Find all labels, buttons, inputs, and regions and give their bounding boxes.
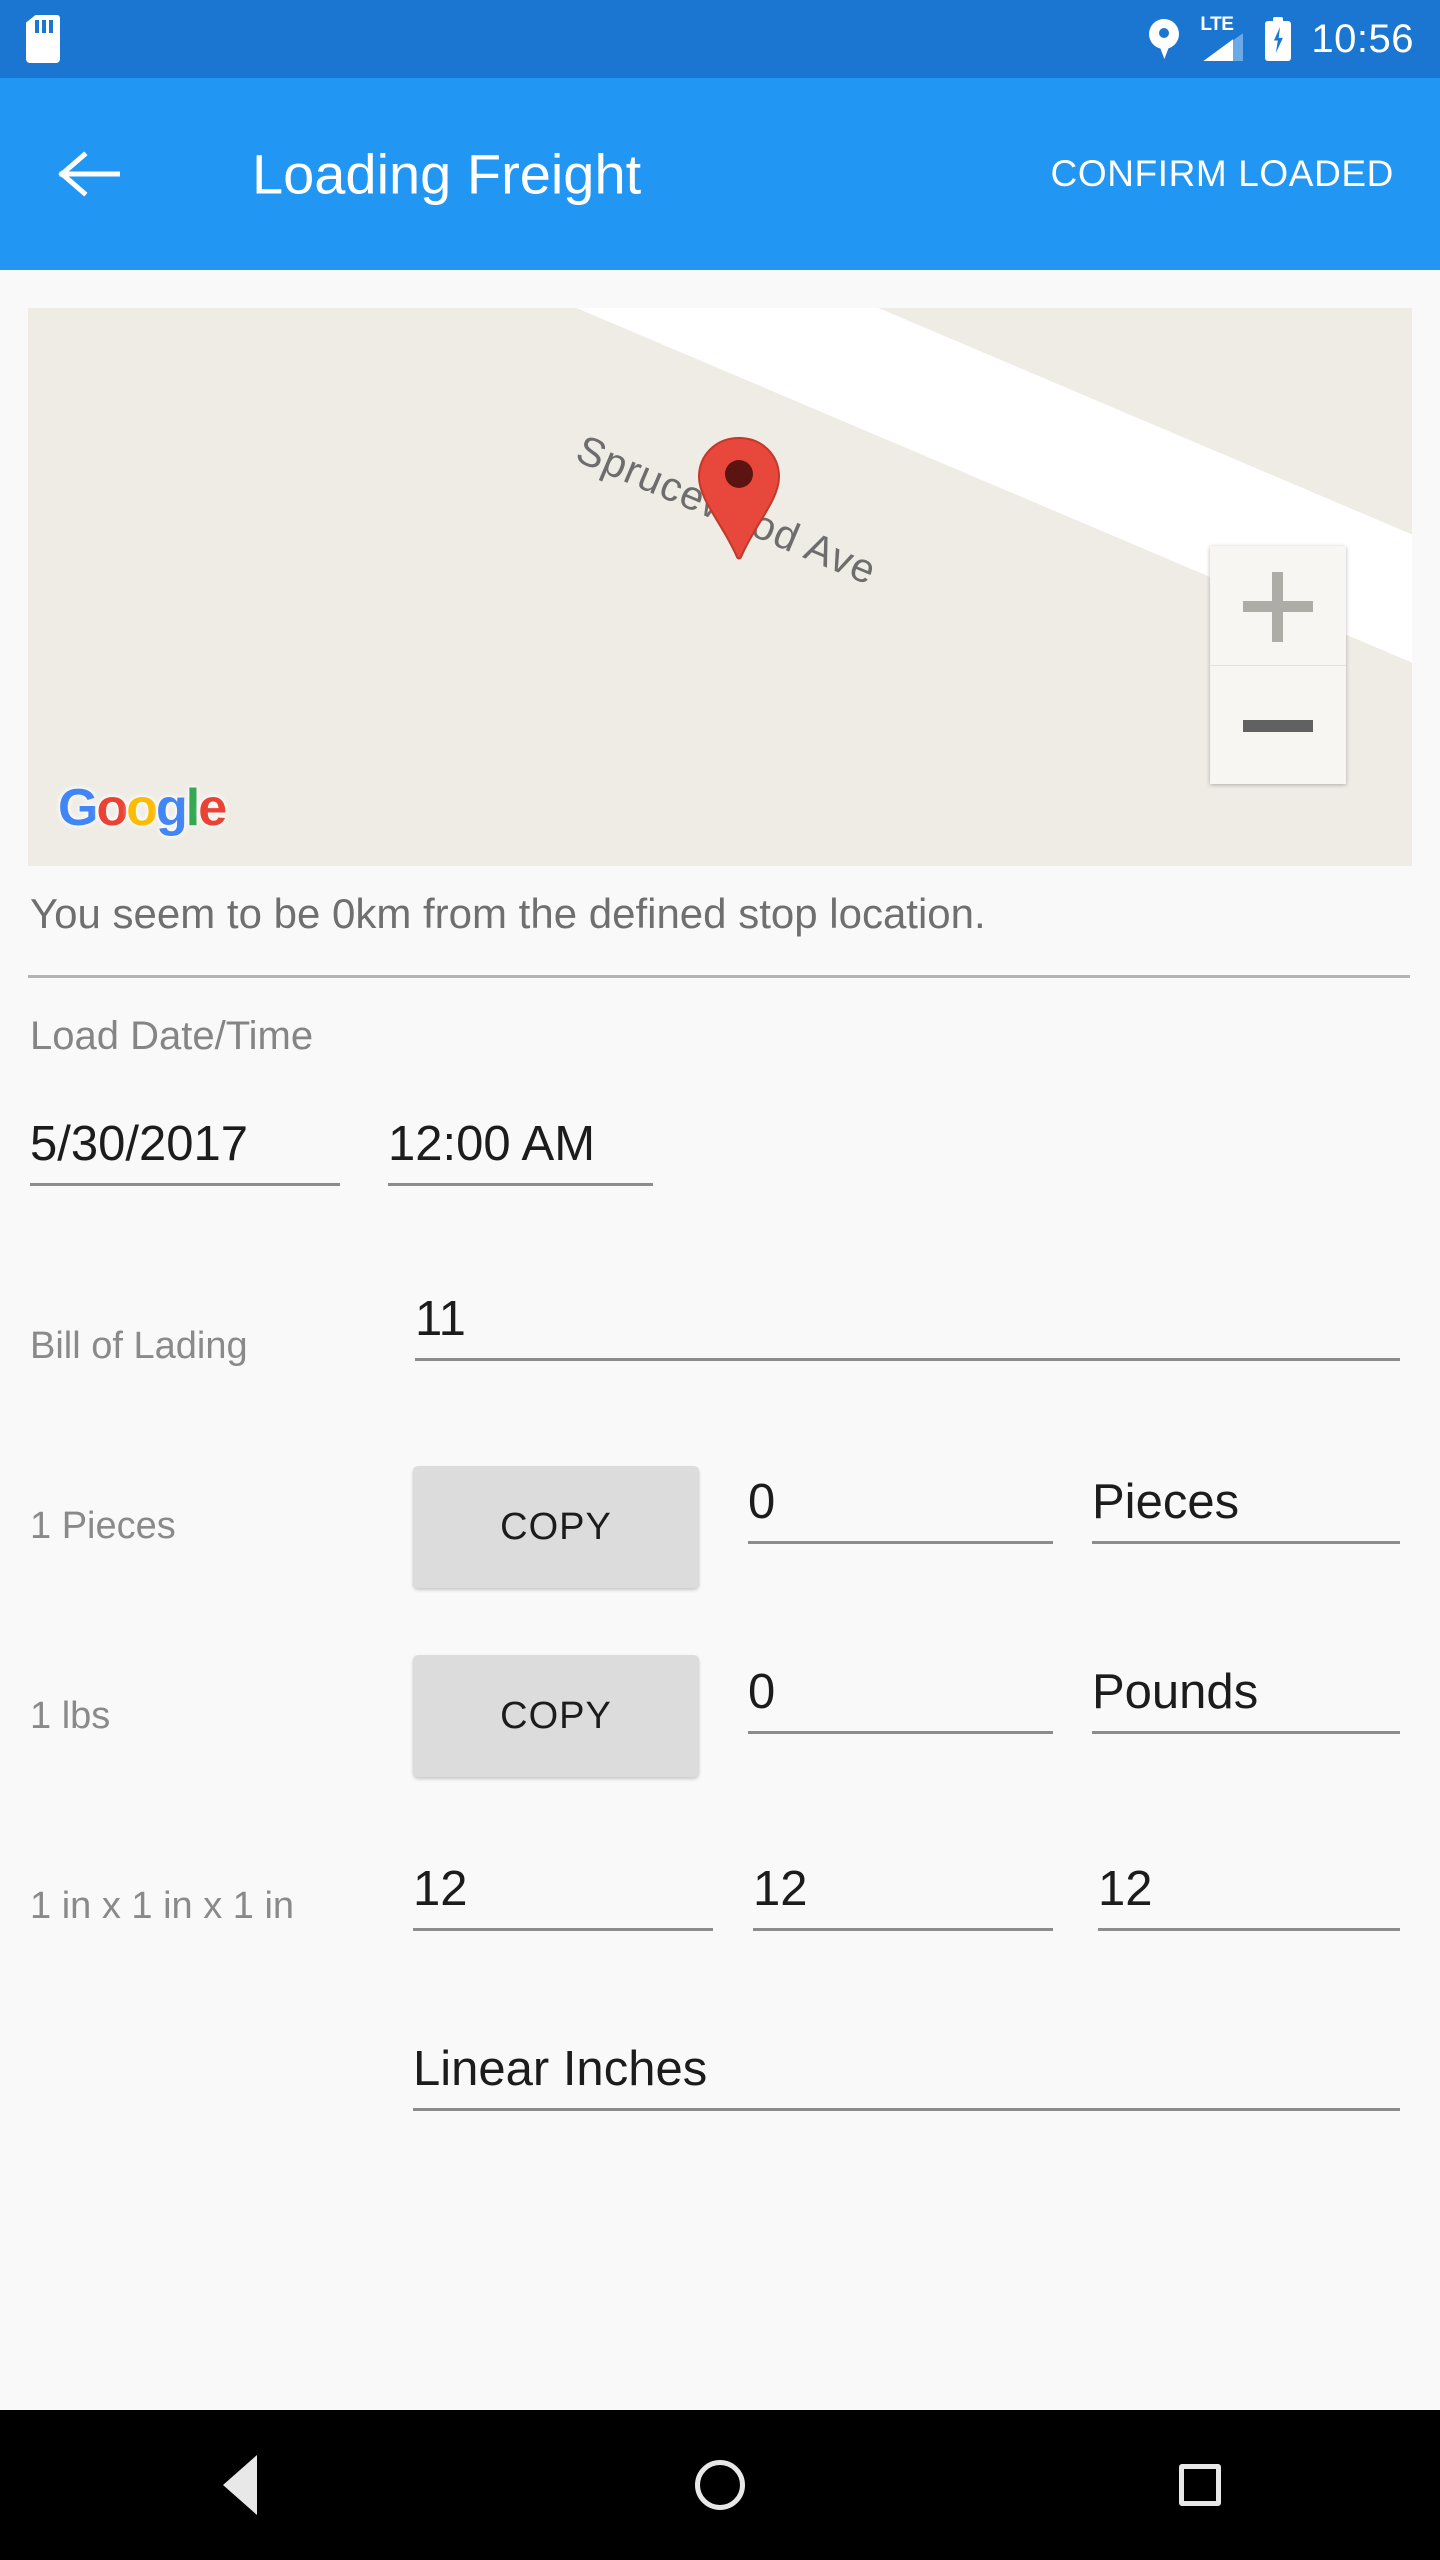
app-screen: LTE 10:56 Loading Freight CONFIRM LOADED…	[0, 0, 1440, 2560]
location-pin-icon	[1149, 19, 1180, 59]
bill-of-lading-input[interactable]: 11	[415, 1295, 1400, 1361]
pieces-count-input[interactable]: 0	[748, 1478, 1053, 1544]
copy-weight-label: COPY	[500, 1694, 612, 1737]
status-bar: LTE 10:56	[0, 0, 1440, 78]
battery-charging-icon	[1265, 17, 1292, 61]
confirm-loaded-button[interactable]: CONFIRM LOADED	[1035, 141, 1410, 207]
load-time-value: 12:00 AM	[388, 1117, 596, 1171]
app-bar: Loading Freight CONFIRM LOADED	[0, 78, 1440, 270]
dimension-length-input[interactable]: 12	[413, 1865, 713, 1931]
dimension-width-value: 12	[753, 1862, 808, 1916]
status-bar-right: LTE 10:56	[1149, 14, 1414, 62]
load-date-input[interactable]: 5/30/2017	[30, 1120, 340, 1186]
weight-row-label: 1 lbs	[30, 1695, 111, 1737]
copy-weight-button[interactable]: COPY	[413, 1655, 699, 1777]
dimension-height-value: 12	[1098, 1862, 1153, 1916]
hint-divider	[28, 975, 1410, 978]
load-datetime-label: Load Date/Time	[30, 1014, 314, 1058]
load-date-value: 5/30/2017	[30, 1117, 248, 1171]
map-zoom-out-button[interactable]	[1210, 665, 1346, 784]
weight-unit-value: Pounds	[1092, 1665, 1259, 1719]
copy-pieces-label: COPY	[500, 1505, 612, 1548]
weight-unit-input[interactable]: Pounds	[1092, 1668, 1400, 1734]
pieces-count-value: 0	[748, 1475, 776, 1529]
sd-card-icon	[26, 15, 60, 63]
back-arrow-icon[interactable]	[58, 151, 120, 197]
distance-hint: You seem to be 0km from the defined stop…	[30, 890, 986, 937]
linear-inches-input[interactable]: Linear Inches	[413, 2045, 1400, 2111]
dimensions-row-label: 1 in x 1 in x 1 in	[30, 1885, 295, 1927]
weight-count-value: 0	[748, 1665, 776, 1719]
pieces-unit-value: Pieces	[1092, 1475, 1240, 1529]
nav-recents-icon[interactable]	[1120, 2410, 1280, 2560]
pieces-unit-input[interactable]: Pieces	[1092, 1478, 1400, 1544]
map-zoom-controls	[1210, 546, 1346, 784]
linear-inches-value: Linear Inches	[413, 2042, 708, 2096]
dimension-height-input[interactable]: 12	[1098, 1865, 1400, 1931]
status-bar-left	[26, 15, 60, 63]
google-attribution-logo: Google	[58, 779, 227, 837]
page-title: Loading Freight	[252, 142, 642, 206]
lte-label: LTE	[1200, 14, 1234, 35]
map-pin-marker[interactable]	[696, 436, 782, 560]
nav-back-icon[interactable]	[160, 2410, 320, 2560]
dimension-width-input[interactable]: 12	[753, 1865, 1053, 1931]
status-bar-clock: 10:56	[1311, 16, 1414, 61]
map-zoom-in-button[interactable]	[1210, 546, 1346, 665]
weight-count-input[interactable]: 0	[748, 1668, 1053, 1734]
pieces-row-label: 1 Pieces	[30, 1505, 176, 1547]
map-view[interactable]: Sprucewood Ave Google	[28, 308, 1412, 866]
dimension-length-value: 12	[413, 1862, 468, 1916]
bill-of-lading-label: Bill of Lading	[30, 1325, 248, 1367]
lte-signal-icon: LTE	[1199, 14, 1245, 61]
android-navigation-bar	[0, 2410, 1440, 2560]
copy-pieces-button[interactable]: COPY	[413, 1466, 699, 1588]
nav-home-icon[interactable]	[640, 2410, 800, 2560]
load-time-input[interactable]: 12:00 AM	[388, 1120, 653, 1186]
bill-of-lading-value: 11	[415, 1292, 466, 1346]
